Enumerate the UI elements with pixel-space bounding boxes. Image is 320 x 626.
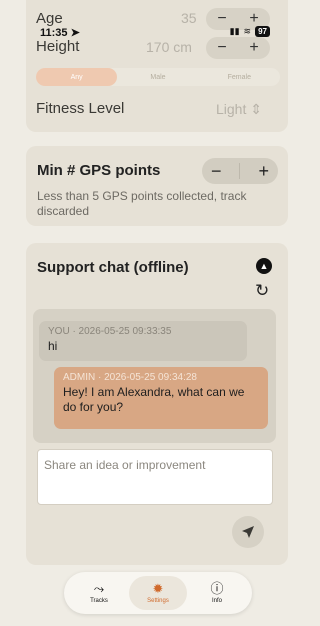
tab-label: Settings <box>147 598 169 604</box>
gender-option-any[interactable]: Any <box>36 68 118 86</box>
gender-option-female[interactable]: Female <box>199 68 280 86</box>
support-chat-card: Support chat (offline) ▲ ↻ YOU · 2026-05… <box>26 243 288 565</box>
info-icon: ⓘ <box>210 581 224 596</box>
gps-card: Min # GPS points Less than 5 GPS points … <box>26 146 288 226</box>
gps-decrement-button[interactable]: − <box>211 161 222 182</box>
send-button[interactable] <box>232 516 264 548</box>
gps-description: Less than 5 GPS points collected, track … <box>37 189 247 218</box>
height-label: Height <box>36 38 80 55</box>
status-icons: ▮▮ ≋ 97 <box>230 26 270 37</box>
height-increment-button[interactable]: + <box>249 39 258 57</box>
message-meta: ADMIN · 2026-05-25 09:34:28 <box>63 372 197 383</box>
message-meta: YOU · 2026-05-25 09:33:35 <box>48 326 172 337</box>
fitness-label: Fitness Level <box>36 100 125 117</box>
refresh-button[interactable]: ↻ <box>255 281 269 301</box>
chat-title: Support chat (offline) <box>37 259 189 276</box>
battery-icon: 97 <box>255 26 270 37</box>
refresh-icon: ↻ <box>255 281 270 300</box>
message-text: hi <box>48 339 58 353</box>
settings-screen: Age 35 − + Height 170 cm − + Fitness Lev… <box>0 0 296 626</box>
chevron-up-icon: ▲ <box>259 261 269 271</box>
age-value: 35 <box>181 10 197 26</box>
height-value: 170 cm <box>146 39 192 55</box>
tab-info[interactable]: ⓘ Info <box>188 576 246 610</box>
gender-option-male[interactable]: Male <box>117 68 198 86</box>
age-label: Age <box>36 10 63 27</box>
status-time: 11:35 ➤ <box>40 27 80 39</box>
message-user: YOU · 2026-05-25 09:33:35 hi <box>39 321 247 361</box>
message-admin: ADMIN · 2026-05-25 09:34:28 Hey! I am Al… <box>54 367 268 429</box>
message-text: Hey! I am Alexandra, what can we do for … <box>63 385 245 414</box>
collapse-button[interactable]: ▲ <box>256 258 272 274</box>
gender-segmented-control[interactable]: Any Male Female <box>36 68 280 86</box>
tab-label: Tracks <box>90 598 108 604</box>
tab-tracks[interactable]: ⤳ Tracks <box>70 576 128 610</box>
wifi-icon: ≋ <box>243 26 252 36</box>
signal-icon: ▮▮ <box>229 26 240 36</box>
profile-card: Age 35 − + Height 170 cm − + Fitness Lev… <box>26 0 288 132</box>
tab-label: Info <box>211 598 222 604</box>
tab-bar: ⤳ Tracks ✹ Settings ⓘ Info <box>64 572 252 614</box>
tab-settings[interactable]: ✹ Settings <box>129 576 187 610</box>
route-icon: ⤳ <box>93 581 105 596</box>
fitness-select[interactable]: Light ⇕ <box>216 101 262 118</box>
gear-icon: ✹ <box>152 581 164 596</box>
gps-stepper[interactable]: − + <box>202 158 278 184</box>
gps-title: Min # GPS points <box>37 162 161 179</box>
height-stepper[interactable]: − + <box>206 37 270 59</box>
send-icon <box>242 526 254 538</box>
height-decrement-button[interactable]: − <box>217 39 226 57</box>
chat-input[interactable]: Share an idea or improvement <box>37 449 273 505</box>
age-decrement-button[interactable]: − <box>217 10 226 28</box>
stepper-divider <box>239 163 241 179</box>
gps-increment-button[interactable]: + <box>258 161 269 182</box>
